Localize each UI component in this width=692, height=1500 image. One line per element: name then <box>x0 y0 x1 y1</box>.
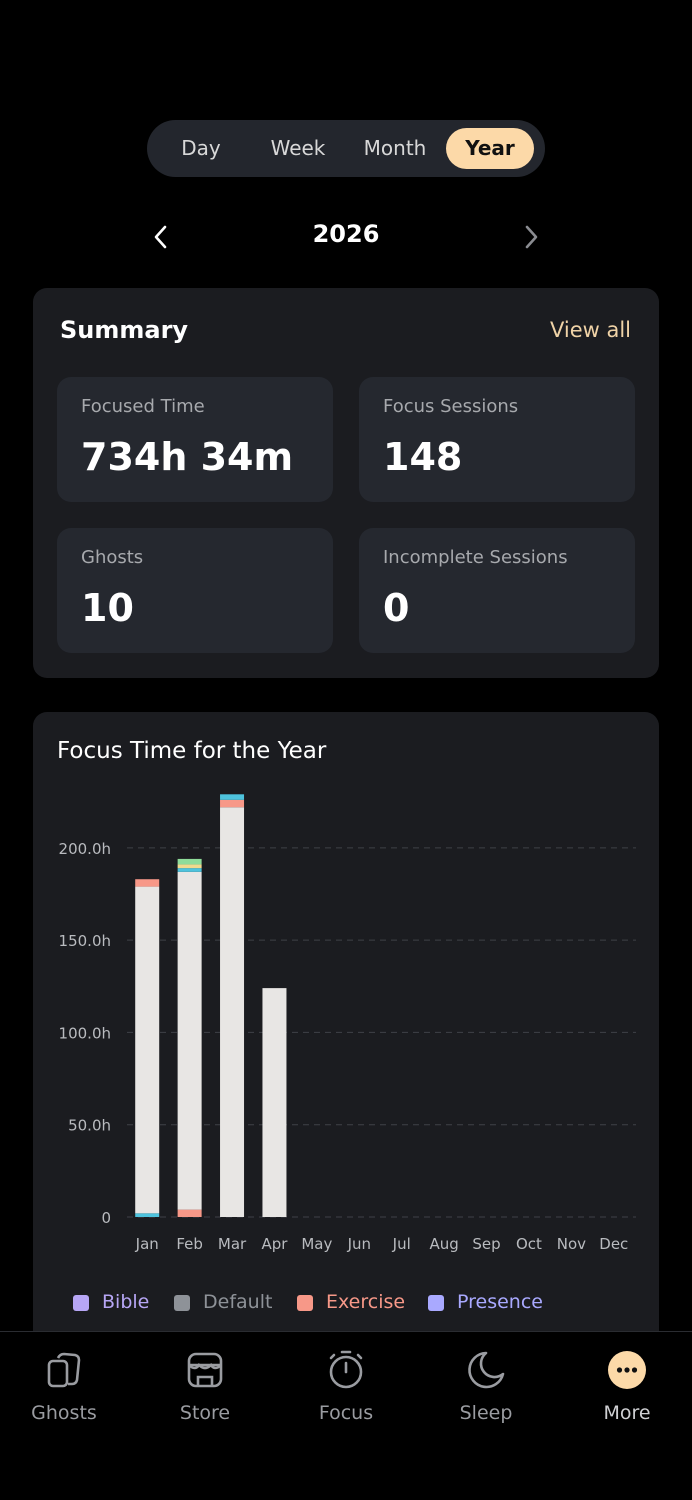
bar-segment <box>135 879 160 887</box>
bar-segment <box>135 886 160 1214</box>
period-switcher: Day Week Month Year <box>147 120 545 177</box>
tab-ghosts[interactable]: Ghosts <box>0 1332 133 1452</box>
tab-store[interactable]: Store <box>136 1332 274 1452</box>
ghosts-cards-icon <box>47 1352 81 1388</box>
stopwatch-icon <box>329 1350 363 1389</box>
legend-label: Default <box>203 1291 273 1313</box>
legend-swatch <box>174 1295 190 1311</box>
bar-segment <box>177 871 202 1210</box>
focus-time-chart: 0 50.0h 100.0h 150.0h 200.0h Jan Feb Mar Apr May J… <box>59 794 636 1253</box>
year-label: 2026 <box>312 220 380 248</box>
bar-segment <box>135 1213 160 1217</box>
x-tick-label: Oct <box>516 1235 542 1253</box>
stat-ghosts: Ghosts 10 <box>57 528 333 653</box>
year-navigator: 2026 <box>0 212 692 262</box>
more-icon <box>608 1351 646 1389</box>
tab-year[interactable]: Year <box>446 128 534 169</box>
bar-segment <box>177 1209 202 1217</box>
stat-label: Focused Time <box>81 396 205 417</box>
x-tick-label: Jan <box>135 1235 159 1253</box>
x-tick-label: Nov <box>557 1235 586 1253</box>
tab-label: Ghosts <box>31 1402 97 1424</box>
bar-segment <box>177 864 202 869</box>
focus-time-chart-card: Focus Time for the Year 0 50.0h 100.0h 150.… <box>33 712 659 1362</box>
stat-incomplete-sessions: Incomplete Sessions 0 <box>359 528 635 653</box>
stat-value: 148 <box>383 435 463 479</box>
stat-label: Focus Sessions <box>383 396 519 417</box>
stat-focused-time: Focused Time 734h 34m <box>57 377 333 502</box>
legend-label: Exercise <box>326 1291 406 1313</box>
legend-swatch <box>73 1295 89 1311</box>
legend-swatch <box>297 1295 313 1311</box>
x-tick-label: Jun <box>347 1235 371 1253</box>
tab-label: Sleep <box>459 1402 513 1424</box>
stat-label: Ghosts <box>81 547 144 568</box>
y-tick-label: 0 <box>101 1209 111 1227</box>
tab-label: More <box>603 1402 651 1424</box>
stat-value: 734h 34m <box>81 435 294 479</box>
y-tick-label: 100.0h <box>59 1024 111 1042</box>
x-tick-label: Feb <box>176 1235 203 1253</box>
x-tick-label: Mar <box>218 1235 247 1253</box>
legend-label: Presence <box>457 1291 543 1313</box>
store-icon <box>187 1352 223 1388</box>
bottom-tab-bar: Ghosts Store Focus Sleep More <box>0 1331 692 1500</box>
view-all-link[interactable]: View all <box>550 318 631 342</box>
y-tick-label: 150.0h <box>59 932 111 950</box>
tab-month[interactable]: Month <box>347 128 443 169</box>
x-tick-label: Jul <box>392 1235 411 1253</box>
bar-segment <box>177 858 202 865</box>
x-tick-label: Aug <box>429 1235 458 1253</box>
tab-more[interactable]: More <box>558 1332 692 1452</box>
bar-segment <box>177 868 202 872</box>
y-tick-label: 200.0h <box>59 840 111 858</box>
bar-segment <box>220 807 245 1217</box>
x-tick-label: Sep <box>472 1235 500 1253</box>
chevron-right-icon[interactable] <box>520 224 542 250</box>
tab-day[interactable]: Day <box>153 128 249 169</box>
tab-label: Focus <box>318 1402 374 1424</box>
summary-card: Summary View all Focused Time 734h 34m F… <box>33 288 659 678</box>
tab-focus[interactable]: Focus <box>277 1332 415 1452</box>
stat-value: 0 <box>383 586 410 630</box>
summary-title: Summary <box>60 316 189 344</box>
tab-label: Store <box>179 1402 231 1424</box>
legend-swatch <box>428 1295 444 1311</box>
bar-segment <box>220 794 245 800</box>
bar-segment <box>262 988 287 1217</box>
x-tick-label: May <box>301 1235 332 1253</box>
tab-week[interactable]: Week <box>250 128 346 169</box>
y-tick-label: 50.0h <box>68 1117 111 1135</box>
moon-icon <box>468 1351 505 1389</box>
x-tick-label: Dec <box>599 1235 628 1253</box>
tab-sleep[interactable]: Sleep <box>417 1332 555 1452</box>
x-tick-label: Apr <box>261 1235 288 1253</box>
stat-value: 10 <box>81 586 134 630</box>
stat-focus-sessions: Focus Sessions 148 <box>359 377 635 502</box>
legend-label: Bible <box>102 1291 150 1313</box>
stat-label: Incomplete Sessions <box>383 547 568 568</box>
bar-segment <box>220 799 245 808</box>
